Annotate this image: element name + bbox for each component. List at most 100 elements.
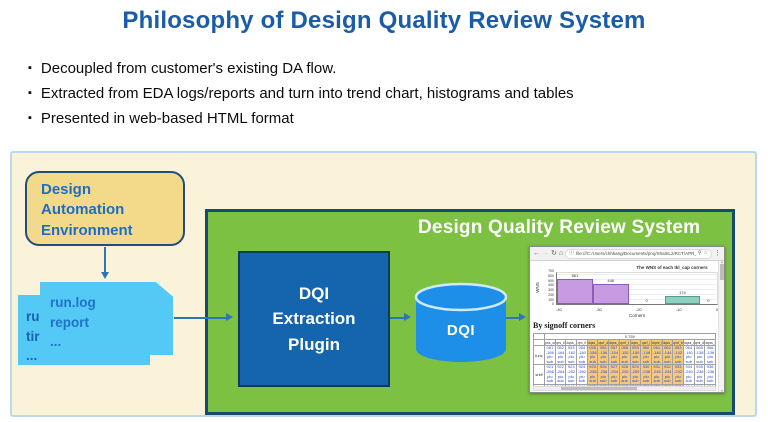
reload-icon[interactable]: ↻ [551, 250, 557, 257]
table-data-cell[interactable]: 925 -258 plu sub [587, 365, 598, 384]
arrow-files-to-plugin [174, 317, 227, 319]
table-data-cell[interactable]: 058 -152 plu sub [619, 346, 630, 365]
bullet-marker-icon: ▪ [28, 87, 32, 99]
browser-content: The WNS of each tkl_cap corners 70060050… [530, 261, 724, 393]
bullet-text: Decoupled from customer's existing DA fl… [41, 60, 337, 77]
arrowhead-files-to-plugin [226, 313, 233, 321]
table-data-cell[interactable]: 064 -140 plu sub [683, 346, 694, 365]
corners-table: 0.75Vpss_dqqrs_tldqss_bqm_lfdqss_tqsrf_d… [533, 333, 716, 390]
table-data-cell[interactable]: 935 -238 plu sub [694, 365, 705, 384]
histogram-bar [593, 284, 629, 304]
dqrs-panel-title: Design Quality Review System [418, 217, 700, 239]
report-browser-window: ← → ↻ ⌂ ⓘ file:///C:/Users/chhkang/Docum… [529, 246, 725, 393]
url-text[interactable]: file:///C:/Users/chhkang/Documents/proj/… [576, 251, 696, 256]
bar-value-label: 0 [700, 298, 716, 303]
table-data-cell[interactable]: 924 -260 plu sub [577, 365, 588, 384]
vertical-scrollbar-thumb[interactable] [720, 264, 724, 280]
table-data-cell[interactable]: 065 -138 plu sub [694, 346, 705, 365]
y-tick-label: 200 [548, 294, 554, 298]
table-data-cell[interactable]: 059 -150 plu sub [630, 346, 641, 365]
table-data-cell[interactable]: 056 -156 plu sub [598, 346, 609, 365]
search-icon[interactable]: ⚲ [698, 251, 702, 256]
chart-y-label: WNS [535, 282, 540, 293]
table-data-cell[interactable]: 053 -162 plu sub [566, 346, 577, 365]
bullet-list: ▪ Decoupled from customer's existing DA f… [28, 60, 728, 135]
arrow-dae-to-files [104, 247, 106, 273]
menu-kebab-icon[interactable]: ⋮ [714, 250, 721, 257]
table-data-cell[interactable]: 051 -166 plu sub [545, 346, 556, 365]
table-data-cell[interactable]: 933 -242 plu sub [673, 365, 684, 384]
address-bar[interactable]: ⓘ file:///C:/Users/chhkang/Documents/pro… [565, 249, 712, 259]
histogram-bar [665, 296, 701, 304]
histogram-bin: 561 [557, 273, 593, 304]
table-data-cell[interactable]: 931 -246 plu sub [651, 365, 662, 384]
browser-toolbar: ← → ↻ ⌂ ⓘ file:///C:/Users/chhkang/Docum… [530, 247, 724, 261]
table-section-heading: By signoff corners [533, 321, 595, 330]
bullet-item: ▪Decoupled from customer's existing DA f… [28, 60, 728, 77]
table-data-cell[interactable]: 923 -262 plu sub [566, 365, 577, 384]
vertical-scrollbar[interactable]: ▲ ▼ [718, 261, 724, 393]
table-data-cell[interactable]: 061 -146 plu sub [651, 346, 662, 365]
histogram-bin: 0 [700, 273, 716, 304]
design-automation-environment-box: Design Automation Environment [25, 171, 185, 246]
table-data-cell[interactable]: 062 -144 plu sub [662, 346, 673, 365]
histogram-bar [557, 279, 593, 304]
table-data-cell[interactable]: 936 -236 plu sub [705, 365, 716, 384]
table-data-cell[interactable]: 063 -142 plu sub [673, 346, 684, 365]
table-data-cell[interactable]: 926 -256 plu sub [598, 365, 609, 384]
table-data-cell[interactable]: 934 -240 plu sub [683, 365, 694, 384]
y-tick-label: 600 [548, 275, 554, 279]
x-tick-label: -10 [676, 307, 682, 312]
bullet-marker-icon: ▪ [28, 112, 32, 124]
horizontal-scrollbar-thumb[interactable] [561, 387, 637, 390]
table-data-cell[interactable]: 921 -266 plu sub [545, 365, 556, 384]
table-data-cell[interactable]: 928 -252 plu sub [619, 365, 630, 384]
page-title: Philosophy of Design Quality Review Syst… [0, 7, 768, 35]
bookmark-star-icon[interactable]: ☆ [704, 251, 708, 256]
table-data-cell[interactable]: 930 -248 plu sub [641, 365, 652, 384]
table-row-label: func [534, 346, 545, 365]
arrowhead-plugin-to-db [404, 313, 411, 321]
table-data-cell[interactable]: 052 -164 plu sub [555, 346, 566, 365]
chart-title: The WNS of each tkl_cap corners [622, 265, 722, 270]
back-icon[interactable]: ← [533, 250, 540, 257]
chart-y-ticks: 7006005004003002001000 [540, 270, 554, 307]
arrowhead-db-to-report [519, 313, 526, 321]
histogram-bin: 446 [593, 273, 629, 304]
horizontal-scrollbar[interactable] [533, 386, 716, 391]
x-tick-label: -30 [596, 307, 602, 312]
table-data-cell[interactable]: 054 -160 plu sub [577, 346, 588, 365]
table-data-cell[interactable]: 055 -158 plu sub [587, 346, 598, 365]
arrowhead-dae-to-files [101, 272, 109, 279]
log-file-card-front: run.log report ... [40, 282, 173, 355]
table-data-cell[interactable]: 066 -136 plu sub [705, 346, 716, 365]
histogram-bin: 174 [665, 273, 701, 304]
table-row-label: shift [534, 365, 545, 384]
y-tick-label: 0 [552, 303, 554, 307]
chart-x-label: Corners [556, 313, 718, 318]
x-tick-label: -20 [636, 307, 642, 312]
forward-icon[interactable]: → [542, 250, 549, 257]
bullet-item: ▪ Presented in web-based HTML format [28, 110, 728, 127]
slide: Philosophy of Design Quality Review Syst… [0, 0, 768, 422]
chart-x-ticks: -40-30-20-100 [556, 307, 718, 312]
table-data-cell[interactable]: 922 -264 plu sub [555, 365, 566, 384]
bullet-item: ▪Extracted from EDA logs/reports and tur… [28, 85, 728, 102]
scroll-down-icon[interactable]: ▼ [719, 390, 725, 393]
table-data-cell[interactable]: 929 -250 plu sub [630, 365, 641, 384]
x-tick-label: -40 [556, 307, 562, 312]
table-data-cell[interactable]: 057 -154 plu sub [609, 346, 620, 365]
table-data-cell[interactable]: 927 -254 plu sub [609, 365, 620, 384]
bar-value-label: 174 [665, 290, 701, 295]
dqi-database-cylinder: DQI [413, 282, 509, 370]
page-info-icon[interactable]: ⓘ [569, 251, 574, 256]
table-data-cell[interactable]: 060 -148 plu sub [641, 346, 652, 365]
dqi-database-label: DQI [413, 322, 509, 339]
table-data-cell[interactable]: 932 -244 plu sub [662, 365, 673, 384]
bullet-text: Presented in web-based HTML format [41, 110, 294, 127]
corners-table-wrap: 0.75Vpss_dqqrs_tldqss_bqm_lfdqss_tqsrf_d… [533, 333, 716, 390]
histogram-bin: 0 [629, 273, 665, 304]
dqi-extraction-plugin-box: DQI Extraction Plugin [238, 251, 390, 387]
histogram-plot: 56144601740 [556, 272, 718, 305]
home-icon[interactable]: ⌂ [559, 250, 563, 257]
